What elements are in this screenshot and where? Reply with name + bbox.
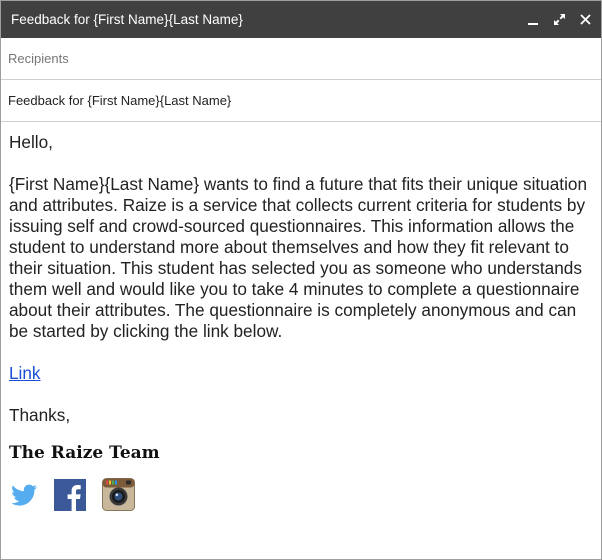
expand-icon[interactable] bbox=[553, 14, 565, 26]
title-bar[interactable]: Feedback for {First Name}{Last Name} bbox=[1, 1, 601, 38]
subject-value: Feedback for {First Name}{Last Name} bbox=[8, 93, 232, 108]
minimize-icon[interactable] bbox=[527, 14, 539, 26]
signature-text: The Raize Team bbox=[9, 443, 160, 463]
recipients-field[interactable]: Recipients bbox=[1, 38, 601, 80]
body-paragraph: {First Name}{Last Name} wants to find a … bbox=[9, 174, 588, 341]
questionnaire-link[interactable]: Link bbox=[9, 363, 41, 383]
window-title: Feedback for {First Name}{Last Name} bbox=[11, 12, 243, 27]
close-icon[interactable] bbox=[579, 14, 591, 26]
facebook-icon[interactable] bbox=[54, 478, 86, 516]
recipients-placeholder: Recipients bbox=[8, 51, 69, 66]
twitter-icon[interactable] bbox=[11, 484, 38, 511]
compose-window: Feedback for {First Name}{Last Name} Rec… bbox=[0, 0, 602, 560]
social-links bbox=[9, 478, 594, 516]
instagram-icon[interactable] bbox=[102, 478, 135, 516]
message-body[interactable]: Hello, {First Name}{Last Name} wants to … bbox=[1, 122, 601, 516]
closing-text: Thanks, bbox=[9, 405, 71, 425]
window-controls bbox=[527, 14, 591, 26]
subject-field[interactable]: Feedback for {First Name}{Last Name} bbox=[1, 80, 601, 122]
greeting-text: Hello, bbox=[9, 132, 53, 152]
